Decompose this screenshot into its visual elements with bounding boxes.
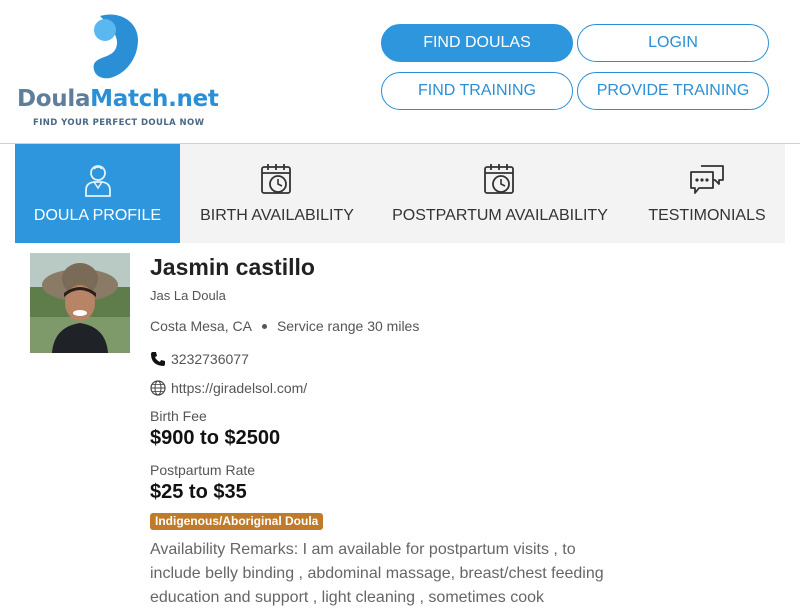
phone-icon — [151, 352, 165, 366]
identity-badge: Indigenous/Aboriginal Doula — [150, 513, 324, 530]
tab-birth-availability[interactable]: BIRTH AVAILABILITY — [191, 144, 363, 243]
find-training-button[interactable]: FIND TRAINING — [381, 72, 573, 110]
brand-name-part1: Doula — [17, 86, 91, 112]
globe-icon — [150, 380, 166, 396]
location-line: Costa Mesa, CA Service range 30 miles — [150, 318, 419, 334]
tab-label: POSTPARTUM AVAILABILITY — [392, 207, 608, 224]
tab-label: BIRTH AVAILABILITY — [200, 207, 354, 224]
brand-name-part2: Match.net — [90, 86, 219, 112]
availability-remarks: Availability Remarks: I am available for… — [150, 541, 604, 606]
find-doulas-button[interactable]: FIND DOULAS — [381, 24, 573, 62]
logo-icon[interactable] — [90, 12, 142, 80]
profile-photo — [30, 253, 130, 353]
user-icon — [84, 165, 111, 197]
calendar-clock-icon — [484, 164, 514, 194]
tab-doula-profile[interactable]: DOULA PROFILE — [15, 144, 180, 243]
login-button[interactable]: LOGIN — [577, 24, 769, 62]
postpartum-rate-label: Postpartum Rate — [150, 462, 256, 478]
business-name: Jas La Doula — [150, 288, 226, 303]
postpartum-rate-value: $25 to $35 — [150, 481, 247, 503]
site-header: DoulaMatch.net FIND YOUR PERFECT DOULA N… — [0, 0, 800, 144]
phone-line: 3232736077 — [150, 351, 249, 367]
chat-bubbles-icon — [690, 165, 724, 194]
brand-tagline: FIND YOUR PERFECT DOULA NOW — [33, 118, 205, 128]
profile-tabs: DOULA PROFILE BIRTH AVAILABILITY POSTPAR… — [15, 144, 785, 243]
phone-number[interactable]: 3232736077 — [171, 351, 249, 367]
city: Costa Mesa, CA — [150, 318, 252, 334]
separator-dot — [261, 323, 267, 329]
calendar-clock-icon — [261, 164, 291, 194]
tab-testimonials[interactable]: TESTIMONIALS — [637, 144, 777, 243]
birth-fee-label: Birth Fee — [150, 408, 207, 424]
service-range: Service range 30 miles — [276, 318, 420, 334]
provide-training-button[interactable]: PROVIDE TRAINING — [577, 72, 769, 110]
website-link[interactable]: https://giradelsol.com/ — [171, 380, 307, 396]
tab-postpartum-availability[interactable]: POSTPARTUM AVAILABILITY — [385, 144, 615, 243]
tab-label: TESTIMONIALS — [648, 207, 766, 224]
tab-label: DOULA PROFILE — [33, 207, 162, 224]
doula-name: Jasmin castillo — [150, 254, 315, 280]
website-line: https://giradelsol.com/ — [150, 380, 307, 396]
brand-name[interactable]: DoulaMatch.net — [17, 88, 219, 111]
birth-fee-value: $900 to $2500 — [150, 427, 281, 449]
